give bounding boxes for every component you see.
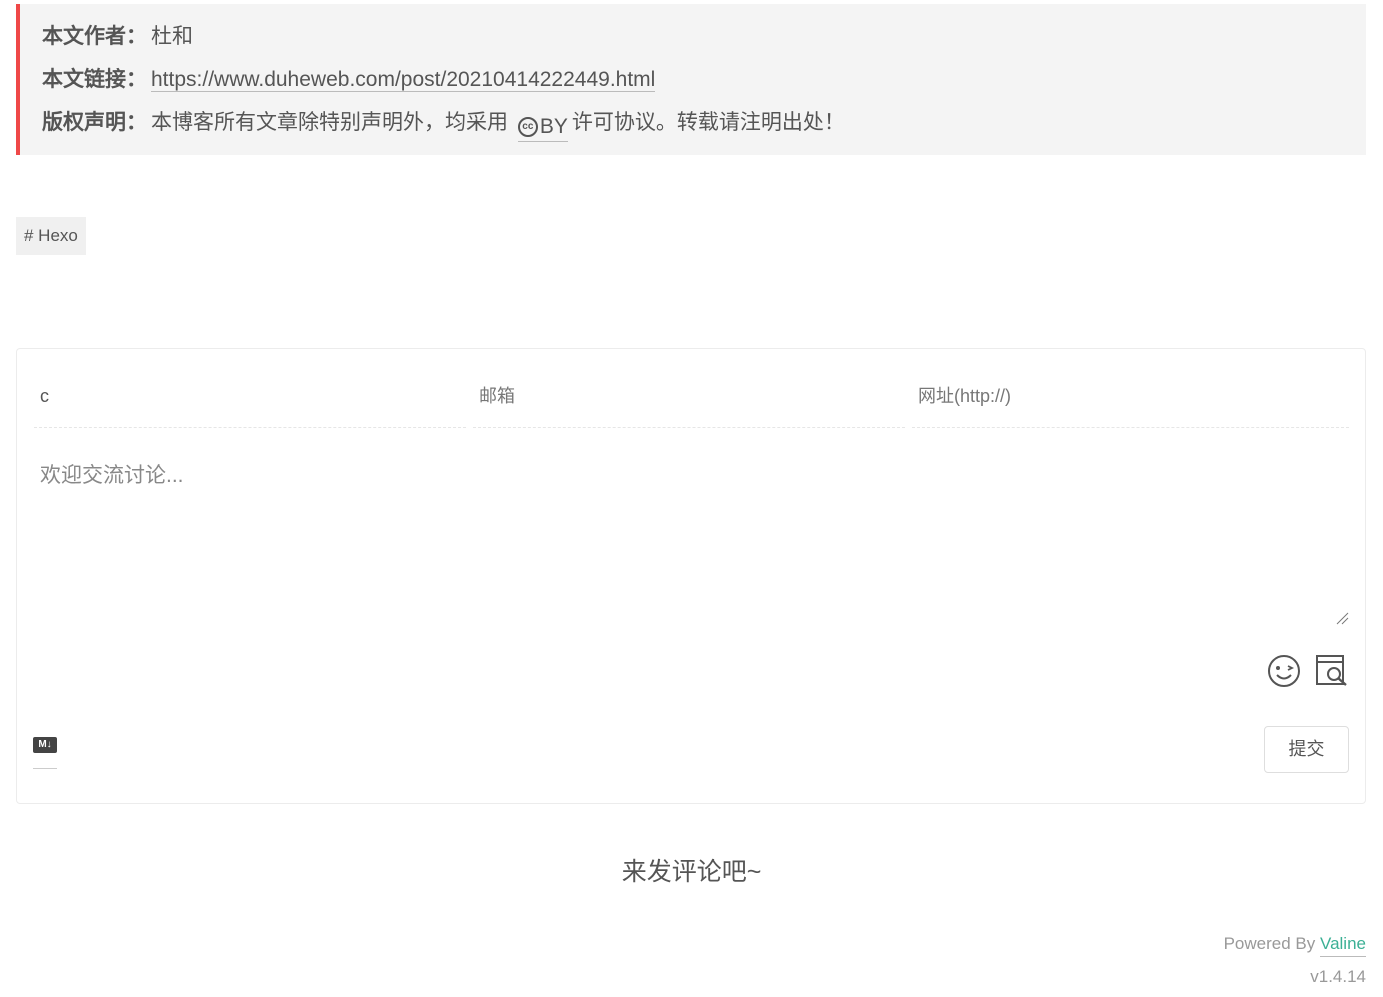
copyright-author-row: 本文作者： 杜和 [42,23,193,51]
emoji-icon[interactable] [1267,654,1301,688]
valine-version: v1.4.14 [1310,967,1366,986]
powered-by-label: Powered By [1223,934,1316,953]
valine-link[interactable]: Valine [1320,934,1366,957]
preview-icon[interactable] [1315,654,1351,688]
powered-by: Powered By Valine [1223,934,1366,957]
license-badge-text: BY [539,115,568,138]
url-input[interactable]: 网址(http://) [912,375,1349,428]
link-label: 本文链接： [42,68,147,91]
license-text-after: 许可协议。转载请注明出处！ [571,111,845,134]
author-label: 本文作者： [42,25,147,48]
comment-form: c 邮箱 网址(http://) 欢迎交流讨论... M↓ 提交 [16,348,1366,804]
tag-hexo[interactable]: # Hexo [16,217,86,255]
email-input[interactable]: 邮箱 [473,375,905,428]
nick-input[interactable]: c [34,375,466,428]
url-placeholder: 网址(http://) [918,386,1012,406]
license-badge-link[interactable]: cc BY [517,113,568,142]
license-text-before: 本博客所有文章除特别声明外，均采用 [151,111,508,134]
post-link[interactable]: https://www.duheweb.com/post/20210414222… [151,68,656,92]
creative-commons-icon: cc [517,117,538,137]
resize-handle-icon[interactable] [1335,611,1349,625]
markdown-icon[interactable]: M↓ [33,737,57,753]
post-copyright: 本文作者： 杜和 本文链接： https://www.duheweb.com/pos… [16,4,1366,155]
markdown-underline [33,768,57,769]
copyright-license-row: 版权声明： 本博客所有文章除特别声明外，均采用 cc BY 许可协议。转载请注明出处！ [42,109,845,142]
author-value: 杜和 [151,25,193,48]
email-placeholder: 邮箱 [479,386,515,406]
comment-textarea[interactable]: 欢迎交流讨论... [40,459,184,489]
no-comments-text: 来发评论吧~ [621,858,762,886]
submit-button[interactable]: 提交 [1264,726,1349,773]
license-label: 版权声明： [42,111,147,134]
copyright-link-row: 本文链接： https://www.duheweb.com/post/202104… [42,66,656,94]
nick-input-value: c [40,386,49,406]
